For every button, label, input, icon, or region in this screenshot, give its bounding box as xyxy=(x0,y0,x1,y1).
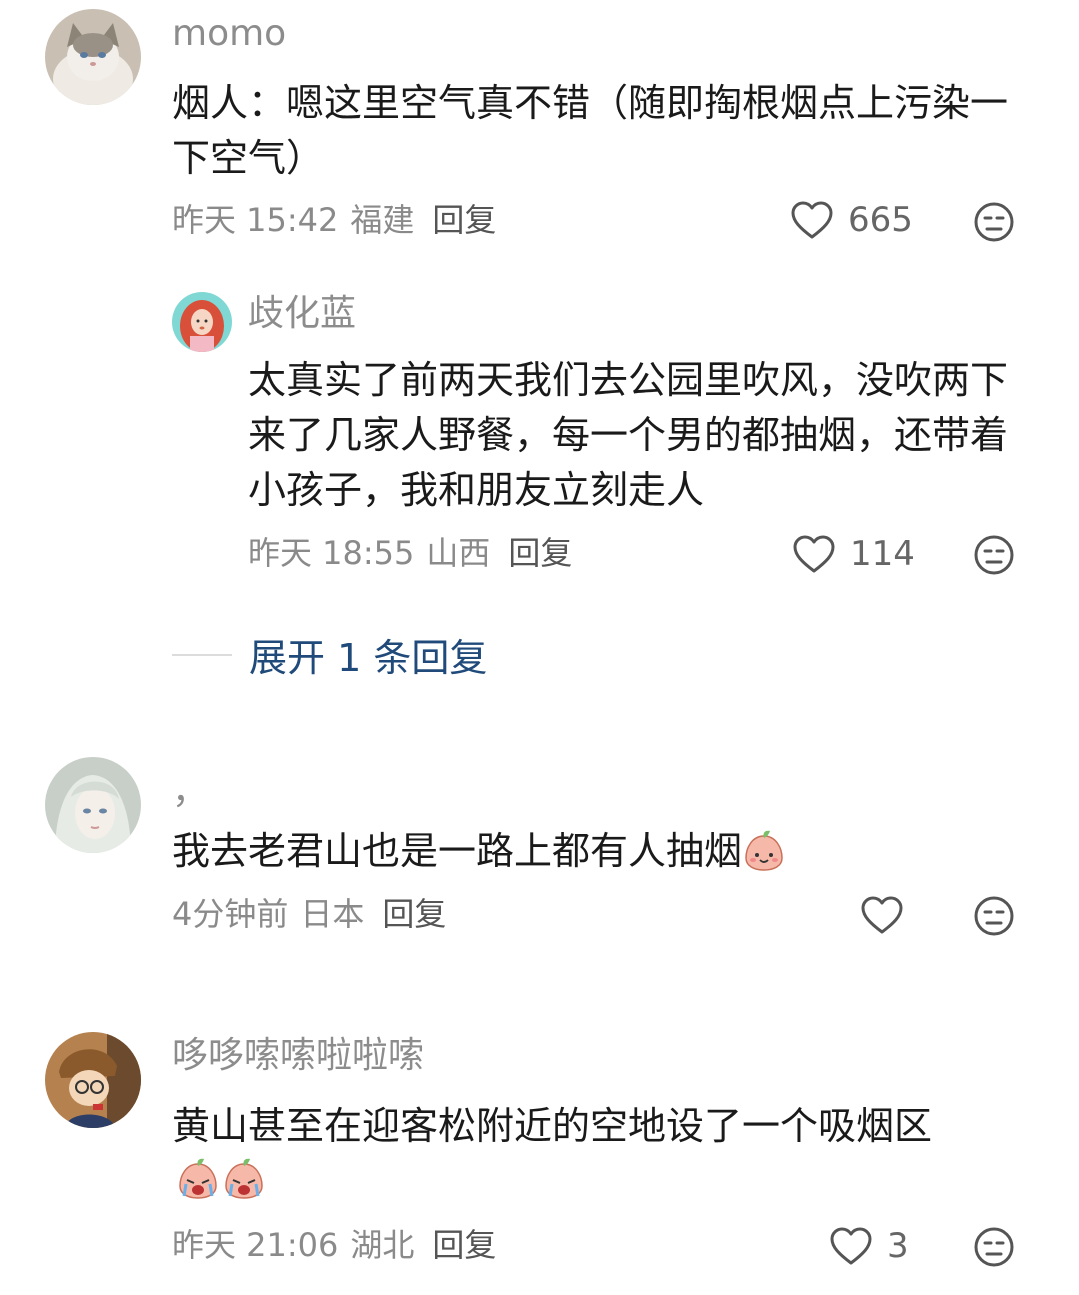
username[interactable]: momo xyxy=(172,16,286,52)
peach-cry-emoji xyxy=(176,1156,220,1200)
comment-text: 烟人：嗯这里空气真不错（随即掏根烟点上污染一下空气） xyxy=(172,81,1009,180)
dislike-button[interactable] xyxy=(973,1226,1015,1268)
like-count: 665 xyxy=(848,200,913,240)
reply-button[interactable]: 回复 xyxy=(508,537,572,569)
timestamp: 昨天 18:55 xyxy=(248,534,415,572)
like-button[interactable]: 665 xyxy=(790,200,913,240)
reply-button[interactable]: 回复 xyxy=(432,204,496,236)
like-button[interactable]: 114 xyxy=(792,534,915,574)
like-button[interactable] xyxy=(860,895,904,935)
timestamp: 昨天 21:06 xyxy=(172,1226,339,1264)
comment-meta: 昨天 21:06 湖北 回复 xyxy=(172,1229,496,1261)
location: 湖北 xyxy=(350,1226,415,1264)
peach-cry-emoji xyxy=(222,1156,266,1200)
unamused-face-icon xyxy=(973,201,1015,243)
location: 山西 xyxy=(426,534,491,572)
like-button[interactable]: 3 xyxy=(829,1226,909,1266)
location: 福建 xyxy=(350,201,415,239)
username[interactable]: ， xyxy=(172,774,208,810)
like-count: 3 xyxy=(887,1226,909,1266)
reply-button[interactable]: 回复 xyxy=(432,1229,496,1261)
expand-replies-label: 展开 1 条回复 xyxy=(249,636,488,680)
reply-button[interactable]: 回复 xyxy=(382,898,446,930)
avatar[interactable] xyxy=(45,9,141,105)
heart-outline-icon xyxy=(829,1226,873,1266)
divider xyxy=(172,653,232,656)
timestamp: 昨天 15:42 xyxy=(172,201,339,239)
dislike-button[interactable] xyxy=(973,534,1015,576)
expand-replies-button[interactable]: 展开 1 条回复 xyxy=(172,627,487,682)
unamused-face-icon xyxy=(973,895,1015,937)
comment-meta: 昨天 15:42 福建 回复 xyxy=(172,204,496,236)
username[interactable]: 哆哆嗦嗦啦啦嗦 xyxy=(172,1038,424,1074)
timestamp: 4分钟前 xyxy=(172,895,289,933)
dislike-button[interactable] xyxy=(973,201,1015,243)
avatar[interactable] xyxy=(45,1032,141,1128)
heart-outline-icon xyxy=(860,895,904,935)
comment-text: 黄山甚至在迎客松附近的空地设了一个吸烟区 xyxy=(172,1104,933,1148)
unamused-face-icon xyxy=(973,534,1015,576)
comment-text: 我去老君山也是一路上都有人抽烟 xyxy=(172,824,1022,879)
avatar[interactable] xyxy=(45,757,141,853)
dislike-button[interactable] xyxy=(973,895,1015,937)
comment-text: 太真实了前两天我们去公园里吹风，没吹两下来了几家人野餐，每一个男的都抽烟，还带着… xyxy=(248,358,1009,512)
location: 日本 xyxy=(300,895,365,933)
username[interactable]: 歧化蓝 xyxy=(248,296,356,332)
comment-meta: 昨天 18:55 山西 回复 xyxy=(248,537,572,569)
heart-outline-icon xyxy=(792,534,836,574)
avatar[interactable] xyxy=(172,292,232,352)
unamused-face-icon xyxy=(973,1226,1015,1268)
peach-smile-emoji xyxy=(742,828,786,872)
heart-outline-icon xyxy=(790,200,834,240)
emoji-row xyxy=(176,1156,266,1200)
like-count: 114 xyxy=(850,534,915,574)
comment-meta: 4分钟前 日本 回复 xyxy=(172,898,446,930)
